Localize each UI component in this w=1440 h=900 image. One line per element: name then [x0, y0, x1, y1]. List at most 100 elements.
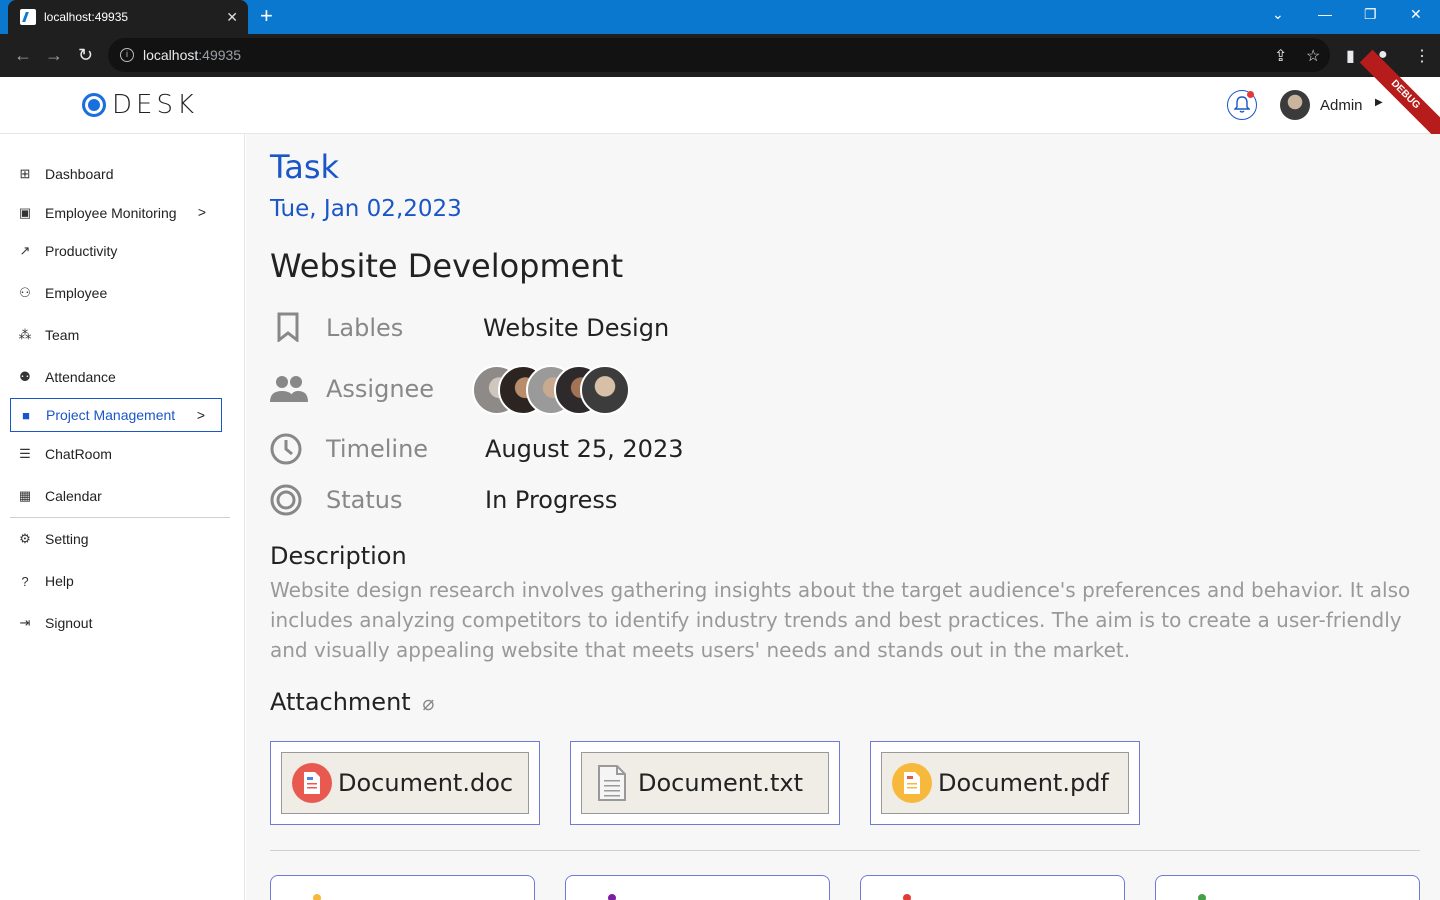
subtask-card[interactable] — [1155, 875, 1420, 900]
status-value: In Progress — [485, 486, 618, 514]
subtask-card[interactable] — [860, 875, 1125, 900]
bell-icon — [1234, 96, 1250, 113]
subtask-card[interactable] — [270, 875, 535, 900]
timeline-label: Timeline — [326, 435, 429, 463]
attachment-card[interactable]: Document.pdf — [870, 741, 1140, 825]
sidebar-divider — [10, 517, 230, 518]
clock-icon — [270, 433, 302, 470]
admin-avatar[interactable] — [1280, 90, 1310, 120]
sidebar-item-project-management[interactable]: ■ Project Management > — [10, 398, 222, 432]
attachment-name: Document.doc — [338, 769, 514, 797]
sidebar-item-label: Employee Monitoring — [45, 205, 177, 221]
sidebar-item-label: Employee — [45, 285, 108, 301]
admin-name[interactable]: Admin — [1320, 97, 1363, 114]
sidebar-item-label: Team — [45, 327, 80, 343]
sidebar-item-label: Signout — [45, 615, 93, 631]
attachment-card[interactable]: Document.doc — [270, 741, 540, 825]
sidebar-item-productivity[interactable]: ↗ Productivity — [10, 234, 222, 268]
sidebar-item-setting[interactable]: ⚙ Setting — [10, 522, 222, 556]
forward-icon[interactable]: → — [45, 45, 63, 66]
chart-icon: ↗ — [19, 243, 31, 258]
assignee-avatars[interactable] — [472, 365, 642, 417]
labels-label: Lables — [326, 314, 404, 342]
avatar[interactable] — [580, 365, 630, 415]
sidebar-item-help[interactable]: ? Help — [10, 564, 222, 598]
sidebar-item-label: Productivity — [45, 243, 118, 259]
sidebar-item-label: Help — [45, 573, 74, 589]
main-content: Task Tue, Jan 02,2023 Website Developmen… — [246, 134, 1440, 900]
timeline-value: August 25, 2023 — [485, 435, 684, 463]
browser-tab-title: localhost:49935 — [44, 10, 129, 24]
txt-file-icon — [592, 763, 632, 803]
paperclip-icon[interactable]: ⌀ — [422, 691, 434, 715]
sidebar-item-dashboard[interactable]: ⊞ Dashboard — [10, 157, 222, 191]
status-label: Status — [326, 486, 403, 514]
close-tab-icon[interactable]: ✕ — [226, 9, 238, 26]
bookmark-star-icon[interactable]: ☆ — [1306, 46, 1320, 66]
url-host: localhost — [143, 47, 199, 63]
logo-text: DESK — [112, 90, 199, 120]
minimize-button[interactable]: — — [1318, 6, 1332, 22]
labels-value: Website Design — [483, 314, 670, 342]
sidebar-item-label: Calendar — [45, 488, 102, 504]
back-icon[interactable]: ← — [14, 45, 32, 66]
caret-right-icon[interactable]: ▶ — [1375, 97, 1383, 108]
menu-kebab-icon[interactable]: ⋮ — [1414, 46, 1430, 66]
notification-bell-button[interactable] — [1227, 90, 1257, 120]
sidebar-item-signout[interactable]: ⇥ Signout — [10, 606, 222, 640]
browser-tab-bar: localhost:49935 ✕ + ⌄ — ❐ ✕ — [0, 0, 1440, 34]
reload-icon[interactable]: ↻ — [78, 45, 93, 66]
sidebar: ⊞ Dashboard ▣ Employee Monitoring > ↗ Pr… — [0, 134, 245, 900]
section-divider — [270, 850, 1420, 851]
status-dot-icon — [903, 894, 911, 900]
sidebar-item-label: Attendance — [45, 369, 116, 385]
attachment-pdf[interactable]: Document.pdf — [881, 752, 1129, 814]
attachment-txt[interactable]: Document.txt — [581, 752, 829, 814]
browser-toolbar: ← → ↻ i localhost:49935 ⇪ ☆ ▮ ● ⋮ — [0, 34, 1440, 77]
new-tab-button[interactable]: + — [260, 5, 273, 27]
sidebar-item-employee[interactable]: ⚇ Employee — [10, 276, 222, 310]
sidebar-item-attendance[interactable]: ⚉ Attendance — [10, 360, 222, 394]
calendar-icon: ▦ — [18, 488, 32, 503]
attachment-doc[interactable]: Document.doc — [281, 752, 529, 814]
chevron-right-icon: > — [196, 407, 205, 423]
doc-file-icon — [292, 763, 332, 803]
description-title: Description — [270, 542, 407, 570]
person-icon: ⚇ — [19, 285, 31, 300]
chat-icon: ☰ — [19, 446, 31, 461]
pdf-file-icon — [892, 763, 932, 803]
status-circle-icon — [270, 484, 302, 521]
restore-button[interactable]: ❐ — [1364, 6, 1377, 23]
close-window-button[interactable]: ✕ — [1410, 6, 1422, 23]
browser-tab[interactable]: localhost:49935 ✕ — [8, 0, 248, 34]
sidebar-item-calendar[interactable]: ▦ Calendar — [10, 479, 222, 513]
dashboard-icon: ⊞ — [19, 166, 31, 181]
sidebar-item-team[interactable]: ⁂ Team — [10, 318, 222, 352]
sidebar-item-label: Project Management — [46, 407, 176, 423]
gear-icon: ⚙ — [19, 531, 31, 546]
folder-icon: ■ — [22, 407, 30, 423]
attachment-name: Document.pdf — [938, 769, 1109, 797]
share-icon[interactable]: ⇪ — [1274, 46, 1287, 66]
site-info-icon[interactable]: i — [120, 48, 134, 62]
desk-logo[interactable]: DESK — [82, 90, 198, 120]
url-port: :49935 — [198, 47, 242, 63]
subtask-card[interactable] — [565, 875, 830, 900]
help-icon: ? — [21, 573, 29, 589]
task-title: Website Development — [270, 247, 624, 285]
status-dot-icon — [608, 894, 616, 900]
attendance-icon: ⚉ — [19, 369, 31, 384]
attachment-title: Attachment ⌀ — [270, 688, 434, 716]
team-icon: ⁂ — [18, 327, 32, 342]
people-icon — [270, 374, 308, 407]
tab-search-icon[interactable]: ⌄ — [1272, 6, 1284, 23]
address-bar[interactable]: i localhost:49935 — [108, 38, 1330, 72]
sidebar-item-chatroom[interactable]: ☰ ChatRoom — [10, 437, 222, 471]
attachment-card[interactable]: Document.txt — [570, 741, 840, 825]
logo-mark-icon — [82, 93, 106, 117]
signout-icon: ⇥ — [19, 615, 31, 630]
chevron-right-icon: > — [197, 204, 206, 220]
flutter-favicon-icon — [20, 9, 36, 25]
side-panel-icon[interactable]: ▮ — [1346, 46, 1355, 66]
sidebar-item-employee-monitoring[interactable]: ▣ Employee Monitoring > — [10, 196, 222, 230]
